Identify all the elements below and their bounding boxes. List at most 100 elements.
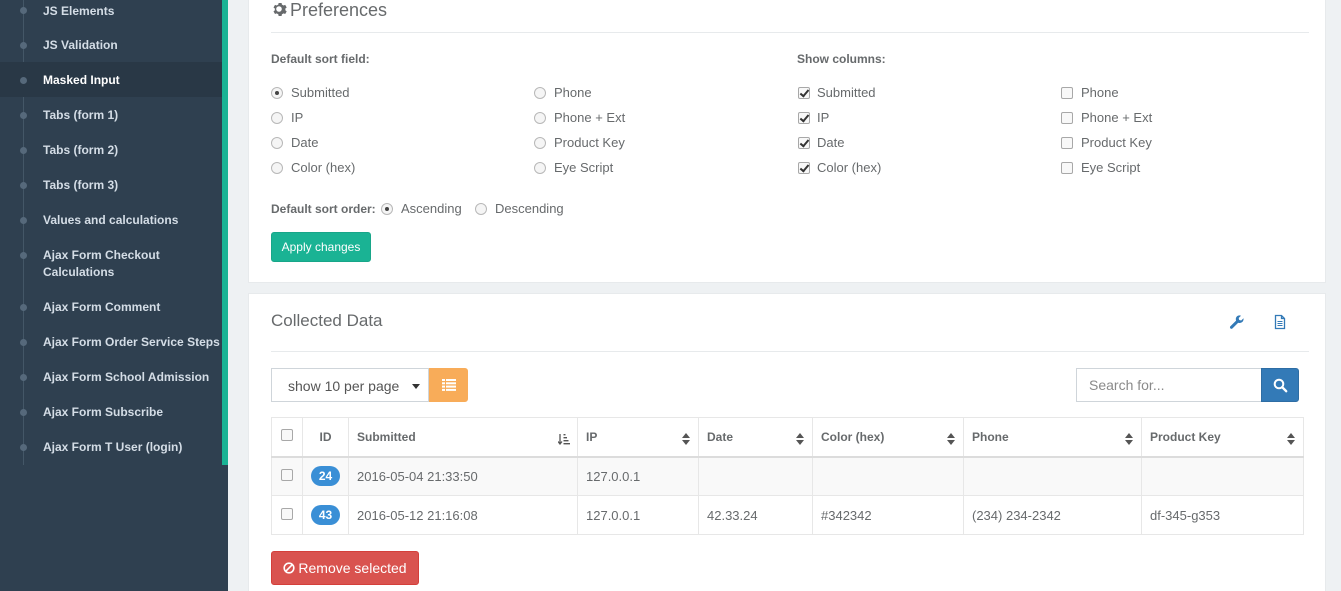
sidebar-item-js-validation[interactable]: JS Validation [0,27,222,62]
sort-field-radio-phone[interactable] [534,87,546,99]
show-column-checkbox-eye-script[interactable] [1061,162,1073,174]
collected-data-divider [271,351,1309,352]
sort-order-label: Default sort order: [271,202,376,216]
sort-field-option-label: Eye Script [554,160,614,175]
column-header-color[interactable]: Color (hex) [812,417,964,458]
column-header-id[interactable]: ID [302,417,349,458]
preferences-panel [248,0,1326,283]
sort-order-radio-ascending[interactable] [381,203,393,215]
sort-amount-icon [558,434,570,445]
show-column-option-label: Submitted [817,85,876,100]
submitted-cell: 2016-05-04 21:33:50 [348,456,578,496]
per-page-select[interactable]: show 10 per page [271,368,429,402]
nav-dot-icon [20,252,27,259]
show-column-option-label: Date [817,135,845,150]
remove-selected-button[interactable]: Remove selected [271,551,419,585]
select-all-checkbox[interactable] [281,429,293,442]
row-select-cell [271,495,303,535]
table-header-row: ID Submitted IP Date Color (hex) Phone P… [271,417,1304,458]
id-cell: 43 [302,495,349,535]
nav-dot-icon [20,409,27,416]
show-column-checkbox-phone-ext[interactable] [1061,112,1073,124]
row-checkbox[interactable] [281,468,293,481]
wrench-icon[interactable] [1229,314,1245,330]
collected-data-table: ID Submitted IP Date Color (hex) Phone P… [271,417,1304,535]
color-cell [812,456,964,496]
id-badge[interactable]: 43 [311,505,340,525]
ip-cell: 127.0.0.1 [577,456,699,496]
sort-field-option-label: Phone [554,85,592,100]
column-header-ip[interactable]: IP [577,417,699,458]
gear-icon [273,3,287,16]
sidebar-item-ajax-user-login[interactable]: Ajax Form T User (login) [0,429,222,464]
phone-cell [963,456,1142,496]
sidebar-item-masked-input[interactable]: Masked Input [0,62,222,97]
sidebar-item-ajax-order-steps[interactable]: Ajax Form Order Service Steps [0,324,222,359]
show-column-option-label: Phone + Ext [1081,110,1153,125]
column-header-phone[interactable]: Phone [963,417,1142,458]
sort-field-radio-date[interactable] [271,137,283,149]
sort-field-option-label: Color (hex) [291,160,356,175]
sidebar-item-tabs-form-2[interactable]: Tabs (form 2) [0,132,222,167]
document-icon[interactable] [1272,314,1288,330]
list-view-button[interactable] [429,368,468,402]
show-column-checkbox-date[interactable] [798,137,810,149]
sort-field-option-label: IP [291,110,304,125]
sort-field-label: Default sort field: [271,52,370,66]
sidebar-item-ajax-subscribe[interactable]: Ajax Form Subscribe [0,394,222,429]
nav-dot-icon [20,444,27,451]
sort-field-radio-eye-script[interactable] [534,162,546,174]
table-row[interactable]: 43 2016-05-12 21:16:08 127.0.0.1 42.33.2… [271,495,1304,535]
id-badge[interactable]: 24 [311,466,340,487]
show-column-checkbox-color[interactable] [798,162,810,174]
show-column-checkbox-submitted[interactable] [798,87,810,99]
sidebar-item-tabs-form-1[interactable]: Tabs (form 1) [0,97,222,132]
sort-field-radio-color[interactable] [271,162,283,174]
show-column-checkbox-phone[interactable] [1061,87,1073,99]
nav-dot-icon [20,77,27,84]
sidebar-item-ajax-comment[interactable]: Ajax Form Comment [0,289,222,324]
sort-field-radio-product-key[interactable] [534,137,546,149]
list-icon [442,379,456,391]
sort-field-option-label: Submitted [291,85,350,100]
show-column-option-label: Eye Script [1081,160,1141,175]
sort-field-option-label: Phone + Ext [554,110,626,125]
search-input[interactable] [1076,368,1262,402]
sort-order-radio-descending[interactable] [475,203,487,215]
show-column-option-label: Color (hex) [817,160,882,175]
sort-icon [1287,433,1295,445]
table-row[interactable]: 24 2016-05-04 21:33:50 127.0.0.1 [271,456,1304,496]
search-button[interactable] [1261,368,1299,402]
sort-field-option-label: Date [291,135,319,150]
column-header-date[interactable]: Date [698,417,813,458]
column-header-product-key[interactable]: Product Key [1141,417,1304,458]
sort-order-option-label: Ascending [401,201,462,216]
sort-field-radio-ip[interactable] [271,112,283,124]
apply-changes-button[interactable]: Apply changes [271,232,371,262]
show-columns-label: Show columns: [797,52,886,66]
sort-field-radio-phone-ext[interactable] [534,112,546,124]
date-cell: 42.33.24 [698,495,813,535]
sort-icon [1125,433,1133,445]
sidebar-item-values-calculations[interactable]: Values and calculations [0,202,222,237]
row-checkbox[interactable] [281,507,293,520]
nav-dot-icon [20,7,27,14]
sidebar-accent-bar [222,0,228,465]
submitted-cell: 2016-05-12 21:16:08 [348,495,578,535]
show-column-checkbox-product-key[interactable] [1061,137,1073,149]
sidebar-item-tabs-form-3[interactable]: Tabs (form 3) [0,167,222,202]
caret-down-icon [412,384,420,389]
sidebar: JS Elements JS Validation Masked Input T… [0,0,228,591]
product-key-cell: df-345-g353 [1141,495,1304,535]
preferences-divider [271,32,1309,33]
sort-field-radio-submitted[interactable] [271,87,283,99]
ip-cell: 127.0.0.1 [577,495,699,535]
show-column-option-label: Phone [1081,85,1119,100]
sort-icon [796,433,804,445]
column-header-submitted[interactable]: Submitted [348,417,578,458]
color-cell: #342342 [812,495,964,535]
sidebar-item-js-elements[interactable]: JS Elements [0,0,222,27]
sidebar-item-ajax-checkout[interactable]: Ajax Form Checkout Calculations [0,237,222,289]
sidebar-item-ajax-school-admission[interactable]: Ajax Form School Admission [0,359,222,394]
show-column-checkbox-ip[interactable] [798,112,810,124]
